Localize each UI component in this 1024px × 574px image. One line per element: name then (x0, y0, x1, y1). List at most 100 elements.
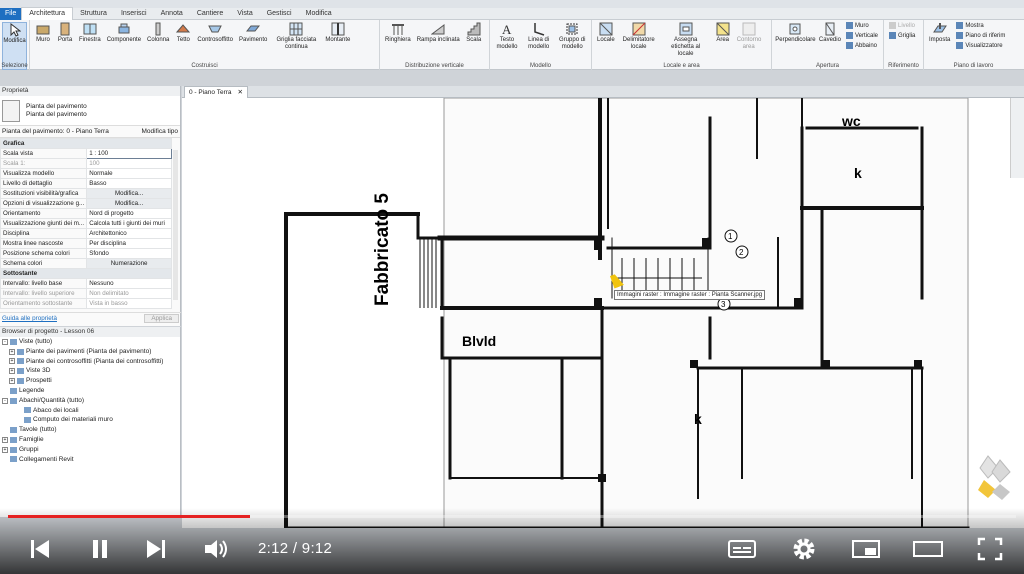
browser-tree: - Viste (tutto) + Piante dei pavimenti (Pia… (0, 337, 180, 464)
miniplayer-button[interactable] (850, 532, 882, 566)
property-key: Scala vista (0, 148, 88, 159)
expand-toggle-icon[interactable]: + (2, 446, 8, 453)
channel-logo-icon (978, 452, 1018, 500)
properties-scrollbar[interactable] (173, 150, 178, 300)
browser-item-label: Collegamenti Revit (19, 455, 74, 463)
tab-vista[interactable]: Vista (230, 8, 259, 20)
close-icon[interactable]: ✕ (238, 87, 243, 98)
building-label: Fabbricato 5 (372, 193, 393, 306)
floor-plan-type-icon (2, 99, 20, 122)
browser-item-label: Abaco dei locali (33, 406, 79, 414)
property-edit-button[interactable]: Modifica... (86, 198, 172, 209)
expand-toggle-icon[interactable]: + (2, 436, 8, 443)
expand-toggle-icon[interactable]: + (9, 348, 15, 355)
browser-item[interactable]: + Prospetti (0, 376, 180, 386)
browser-item[interactable]: + Piante dei controsoffitti (Pianta dei c… (0, 357, 180, 367)
property-key: Mostra linee nascoste (0, 238, 88, 249)
expand-toggle-icon[interactable]: - (2, 338, 8, 345)
tab-file[interactable]: File (0, 7, 22, 20)
browser-item[interactable]: Tavole (tutto) (0, 425, 180, 435)
tab-gestisci[interactable]: Gestisci (260, 8, 299, 20)
browser-item[interactable]: - Abachi/Quantità (tutto) (0, 396, 180, 406)
next-button[interactable] (140, 532, 172, 566)
tool-griglia[interactable]: Griglia (889, 32, 915, 39)
browser-node-icon (10, 427, 17, 434)
browser-item[interactable]: + Famiglie (0, 435, 180, 445)
view-tab-piano-terra[interactable]: 0 - Piano Terra ✕ (184, 86, 248, 98)
property-key: Schema colori (0, 258, 88, 269)
navigation-bar[interactable] (1010, 98, 1024, 178)
property-value[interactable]: Vista in basso (86, 298, 172, 309)
stair-icon (467, 22, 481, 36)
tool-mostra[interactable]: Mostra (956, 22, 1005, 29)
tab-architettura[interactable]: Architettura (21, 7, 74, 20)
property-value[interactable]: Normale (86, 168, 172, 179)
tab-struttura[interactable]: Struttura (73, 8, 114, 20)
property-row: Sostituzioni visibilità/grafica Modifica.… (0, 188, 172, 199)
theater-mode-button[interactable] (912, 532, 944, 566)
tool-apertura-muro[interactable]: Muro (845, 22, 878, 29)
property-edit-button[interactable]: Modifica... (86, 188, 172, 199)
room-label-k2: k (694, 411, 702, 427)
video-progress-bar[interactable] (8, 515, 1016, 518)
expand-toggle-icon[interactable]: + (9, 378, 15, 385)
property-value[interactable]: Nessuno (86, 278, 172, 289)
expand-toggle-icon[interactable]: - (2, 397, 8, 404)
property-value[interactable]: Architettonico (86, 228, 172, 239)
settings-button[interactable] (788, 532, 820, 566)
property-value[interactable]: Basso (86, 178, 172, 189)
tool-piano-riferimento[interactable]: Piano di riferim (956, 32, 1005, 39)
browser-item[interactable]: + Piante dei pavimenti (Pianta del pavime… (0, 347, 180, 357)
property-edit-button[interactable]: Numerazione (86, 258, 172, 269)
property-key: Sostituzioni visibilità/grafica (0, 188, 88, 199)
browser-item-label: Abachi/Quantità (tutto) (19, 396, 85, 404)
browser-item[interactable]: - Viste (tutto) (0, 337, 180, 347)
property-value[interactable]: Non delimitato (86, 288, 172, 299)
apply-button[interactable]: Applica (144, 314, 179, 323)
tab-cantiere[interactable]: Cantiere (190, 8, 230, 20)
property-value[interactable]: Calcola tutti i giunti dei muri (86, 218, 172, 229)
properties-help-link[interactable]: Guida alle proprietà (2, 315, 57, 322)
type-selector[interactable]: Pianta del pavimento Pianta del paviment… (0, 96, 180, 126)
tool-visualizzatore[interactable]: Visualizzatore (956, 42, 1005, 49)
property-group-label[interactable]: Sottostante (0, 268, 172, 279)
browser-item[interactable]: + Gruppi (0, 445, 180, 455)
browser-item[interactable]: Computo dei materiali muro (0, 415, 180, 425)
expand-toggle-icon[interactable]: + (9, 358, 15, 365)
previous-button[interactable] (24, 532, 56, 566)
browser-item[interactable]: Collegamenti Revit (0, 455, 180, 465)
tool-livello[interactable]: Livello (889, 22, 915, 29)
ref-plane-icon (956, 32, 964, 39)
area-boundary-icon (742, 22, 756, 36)
instance-selector[interactable]: Pianta del pavimento: 0 - Piano Terra (2, 128, 109, 135)
properties-title: Proprietà (0, 86, 180, 96)
fullscreen-button[interactable] (974, 532, 1006, 566)
tab-annota[interactable]: Annota (154, 8, 190, 20)
browser-item-label: Viste (tutto) (19, 338, 53, 345)
expand-toggle-icon[interactable]: + (9, 368, 15, 375)
pause-button[interactable] (84, 532, 116, 566)
subtitles-button[interactable] (726, 532, 758, 566)
browser-node-icon (10, 338, 17, 345)
browser-item[interactable]: Abaco dei locali (0, 406, 180, 416)
edit-type-button[interactable]: Modifica tipo (142, 128, 179, 135)
browser-item[interactable]: + Viste 3D (0, 366, 180, 376)
browser-item-label: Gruppi (19, 445, 39, 453)
tool-abbaino[interactable]: Abbaino (845, 42, 878, 49)
gear-icon (793, 538, 815, 560)
volume-button[interactable] (200, 532, 232, 566)
property-value[interactable]: Nord di progetto (86, 208, 172, 219)
tab-inserisci[interactable]: Inserisci (114, 8, 154, 20)
window-icon (83, 22, 97, 36)
property-value[interactable]: 1 : 100 (86, 148, 172, 159)
drawing-canvas[interactable]: 1 2 3 wc k k Blvld Fabbricato 5 (182, 98, 1024, 528)
panel-selezione: Modifica Selezione (0, 20, 30, 70)
property-value[interactable]: Per disciplina (86, 238, 172, 249)
property-value[interactable]: Sfondo (86, 248, 172, 259)
property-value[interactable]: 100 (86, 158, 172, 169)
browser-item[interactable]: Legende (0, 386, 180, 396)
property-group-label[interactable]: Grafica (0, 138, 172, 149)
tool-apertura-verticale[interactable]: Verticale (845, 32, 878, 39)
tab-modifica[interactable]: Modifica (299, 8, 339, 20)
